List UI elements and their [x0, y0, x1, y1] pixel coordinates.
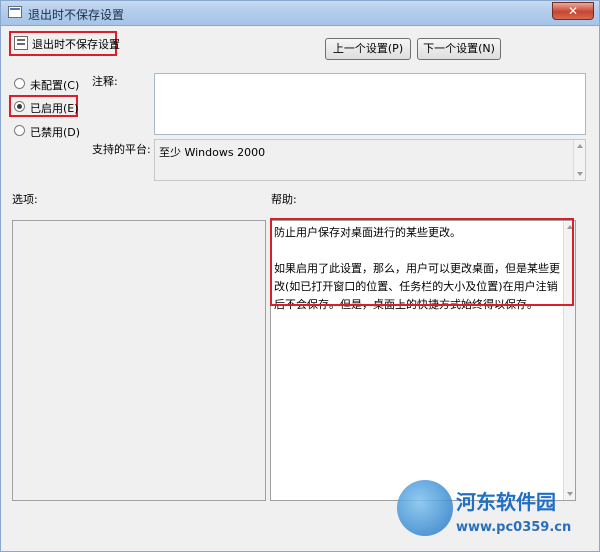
close-button[interactable]: ✕: [552, 2, 594, 20]
watermark-logo-icon: [397, 480, 453, 536]
setting-title: 退出时不保存设置: [32, 38, 120, 51]
title-bar: 退出时不保存设置 ✕: [0, 0, 600, 26]
comment-textarea[interactable]: [154, 73, 586, 135]
radio-label: 未配置(C): [30, 79, 80, 92]
platform-scrollbar[interactable]: [573, 140, 585, 180]
previous-setting-button[interactable]: 上一个设置(P): [325, 38, 411, 60]
scroll-down-icon[interactable]: [577, 172, 583, 176]
help-label: 帮助:: [271, 193, 297, 206]
options-label: 选项:: [12, 193, 38, 206]
watermark-name: 河东软件园: [456, 490, 556, 514]
watermark-url: www.pc0359.cn: [456, 520, 572, 535]
radio-button[interactable]: [14, 78, 25, 89]
platform-field: 至少 Windows 2000: [154, 139, 586, 181]
window-title: 退出时不保存设置: [28, 8, 125, 22]
scroll-down-icon[interactable]: [567, 492, 573, 496]
policy-icon: [8, 6, 22, 18]
options-pane: [12, 220, 266, 501]
scroll-up-icon[interactable]: [577, 144, 583, 148]
platform-value: 至少 Windows 2000: [159, 146, 266, 159]
radio-label: 已禁用(D): [30, 126, 81, 139]
platform-label: 支持的平台:: [92, 143, 151, 156]
comment-label: 注释:: [92, 75, 118, 88]
help-highlight: [270, 218, 574, 306]
radio-label: 已启用(E): [30, 102, 79, 115]
setting-icon: [14, 36, 28, 50]
radio-button[interactable]: [14, 101, 25, 112]
next-setting-button[interactable]: 下一个设置(N): [417, 38, 501, 60]
radio-button[interactable]: [14, 125, 25, 136]
